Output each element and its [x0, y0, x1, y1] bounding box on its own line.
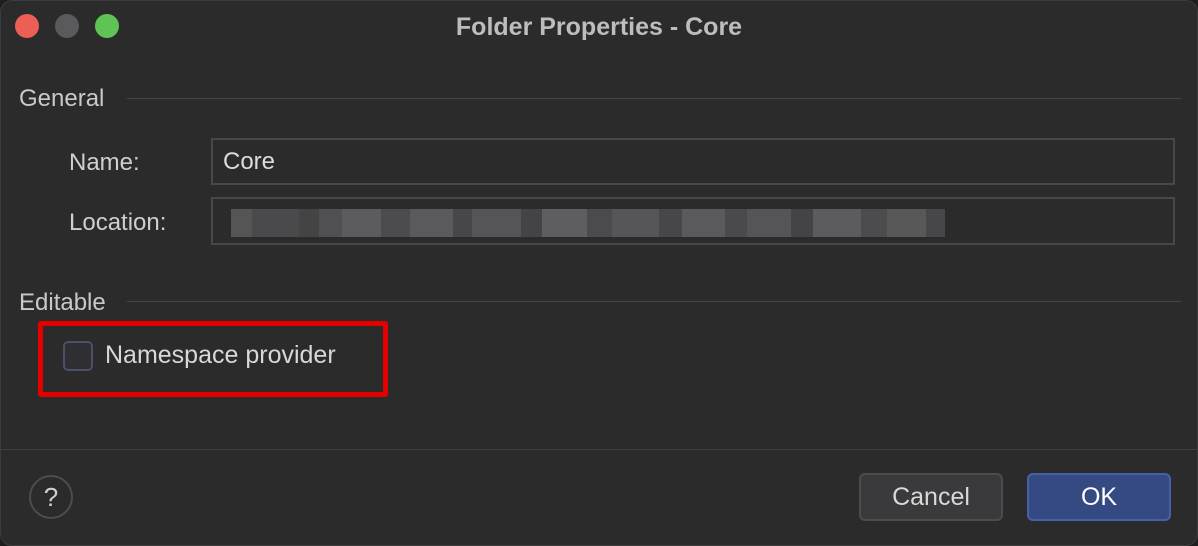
folder-properties-dialog: Folder Properties - Core General Name: L…	[0, 0, 1198, 546]
name-label: Name:	[69, 149, 140, 176]
window-title: Folder Properties - Core	[455, 13, 743, 41]
cancel-button[interactable]: Cancel	[859, 473, 1003, 521]
location-label: Location:	[69, 209, 167, 236]
namespace-provider-label[interactable]: Namespace provider	[105, 341, 336, 370]
general-section-divider	[127, 98, 1181, 99]
location-redacted-value	[231, 209, 946, 237]
namespace-provider-checkbox[interactable]	[63, 341, 93, 371]
help-button[interactable]: ?	[29, 475, 73, 519]
ok-button[interactable]: OK	[1027, 473, 1171, 521]
footer-divider	[1, 449, 1197, 450]
name-input[interactable]	[211, 138, 1175, 185]
general-section-label: General	[19, 85, 105, 112]
editable-section-label: Editable	[19, 289, 106, 316]
title-bar[interactable]: Folder Properties - Core	[1, 1, 1197, 53]
location-field[interactable]	[211, 197, 1175, 245]
editable-section-divider	[127, 301, 1181, 302]
